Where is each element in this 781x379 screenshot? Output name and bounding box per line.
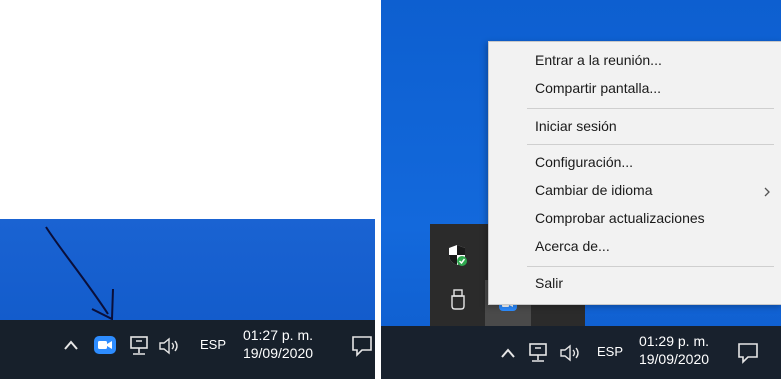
annotation-arrow — [45, 226, 114, 321]
menu-item-change-language[interactable]: Cambiar de idioma — [535, 182, 653, 198]
show-hidden-icons-chevron-icon[interactable] — [500, 346, 516, 360]
notifications-icon[interactable] — [736, 341, 760, 365]
taskbar-clock[interactable]: 01:29 p. m. 19/09/2020 — [634, 332, 714, 368]
menu-item-join-meeting[interactable]: Entrar a la reunión... — [535, 52, 662, 68]
input-language-indicator[interactable]: ESP — [597, 344, 623, 359]
show-hidden-icons-chevron-icon[interactable] — [63, 338, 79, 352]
zoom-camera-icon — [98, 341, 112, 349]
volume-icon[interactable] — [157, 335, 183, 357]
menu-item-check-updates[interactable]: Comprobar actualizaciones — [535, 210, 705, 226]
left-taskbar — [0, 320, 375, 379]
clock-time: 01:29 p. m. — [638, 333, 710, 349]
menu-separator — [527, 144, 774, 145]
windows-security-shield-icon[interactable] — [446, 243, 468, 267]
menu-item-sign-in[interactable]: Iniciar sesión — [535, 118, 617, 134]
menu-item-settings[interactable]: Configuración... — [535, 154, 633, 170]
clock-date: 19/09/2020 — [638, 351, 710, 367]
taskbar-clock[interactable]: 01:27 p. m. 19/09/2020 — [238, 326, 318, 362]
zoom-context-menu: Entrar a la reunión... Compartir pantall… — [488, 41, 781, 305]
input-language-indicator[interactable]: ESP — [200, 337, 226, 352]
zoom-tray-icon[interactable] — [94, 336, 116, 354]
clock-date: 19/09/2020 — [242, 345, 314, 361]
safely-remove-usb-icon[interactable] — [448, 288, 468, 312]
menu-separator — [527, 266, 774, 267]
menu-item-about[interactable]: Acerca de... — [535, 238, 610, 254]
chevron-right-icon — [764, 187, 770, 197]
notifications-icon[interactable] — [350, 334, 374, 358]
menu-separator — [527, 108, 774, 109]
menu-item-exit[interactable]: Salir — [535, 275, 563, 291]
network-icon[interactable] — [527, 342, 551, 364]
volume-icon[interactable] — [558, 342, 584, 364]
network-icon[interactable] — [128, 335, 152, 357]
menu-item-share-screen[interactable]: Compartir pantalla... — [535, 80, 661, 96]
clock-time: 01:27 p. m. — [242, 327, 314, 343]
